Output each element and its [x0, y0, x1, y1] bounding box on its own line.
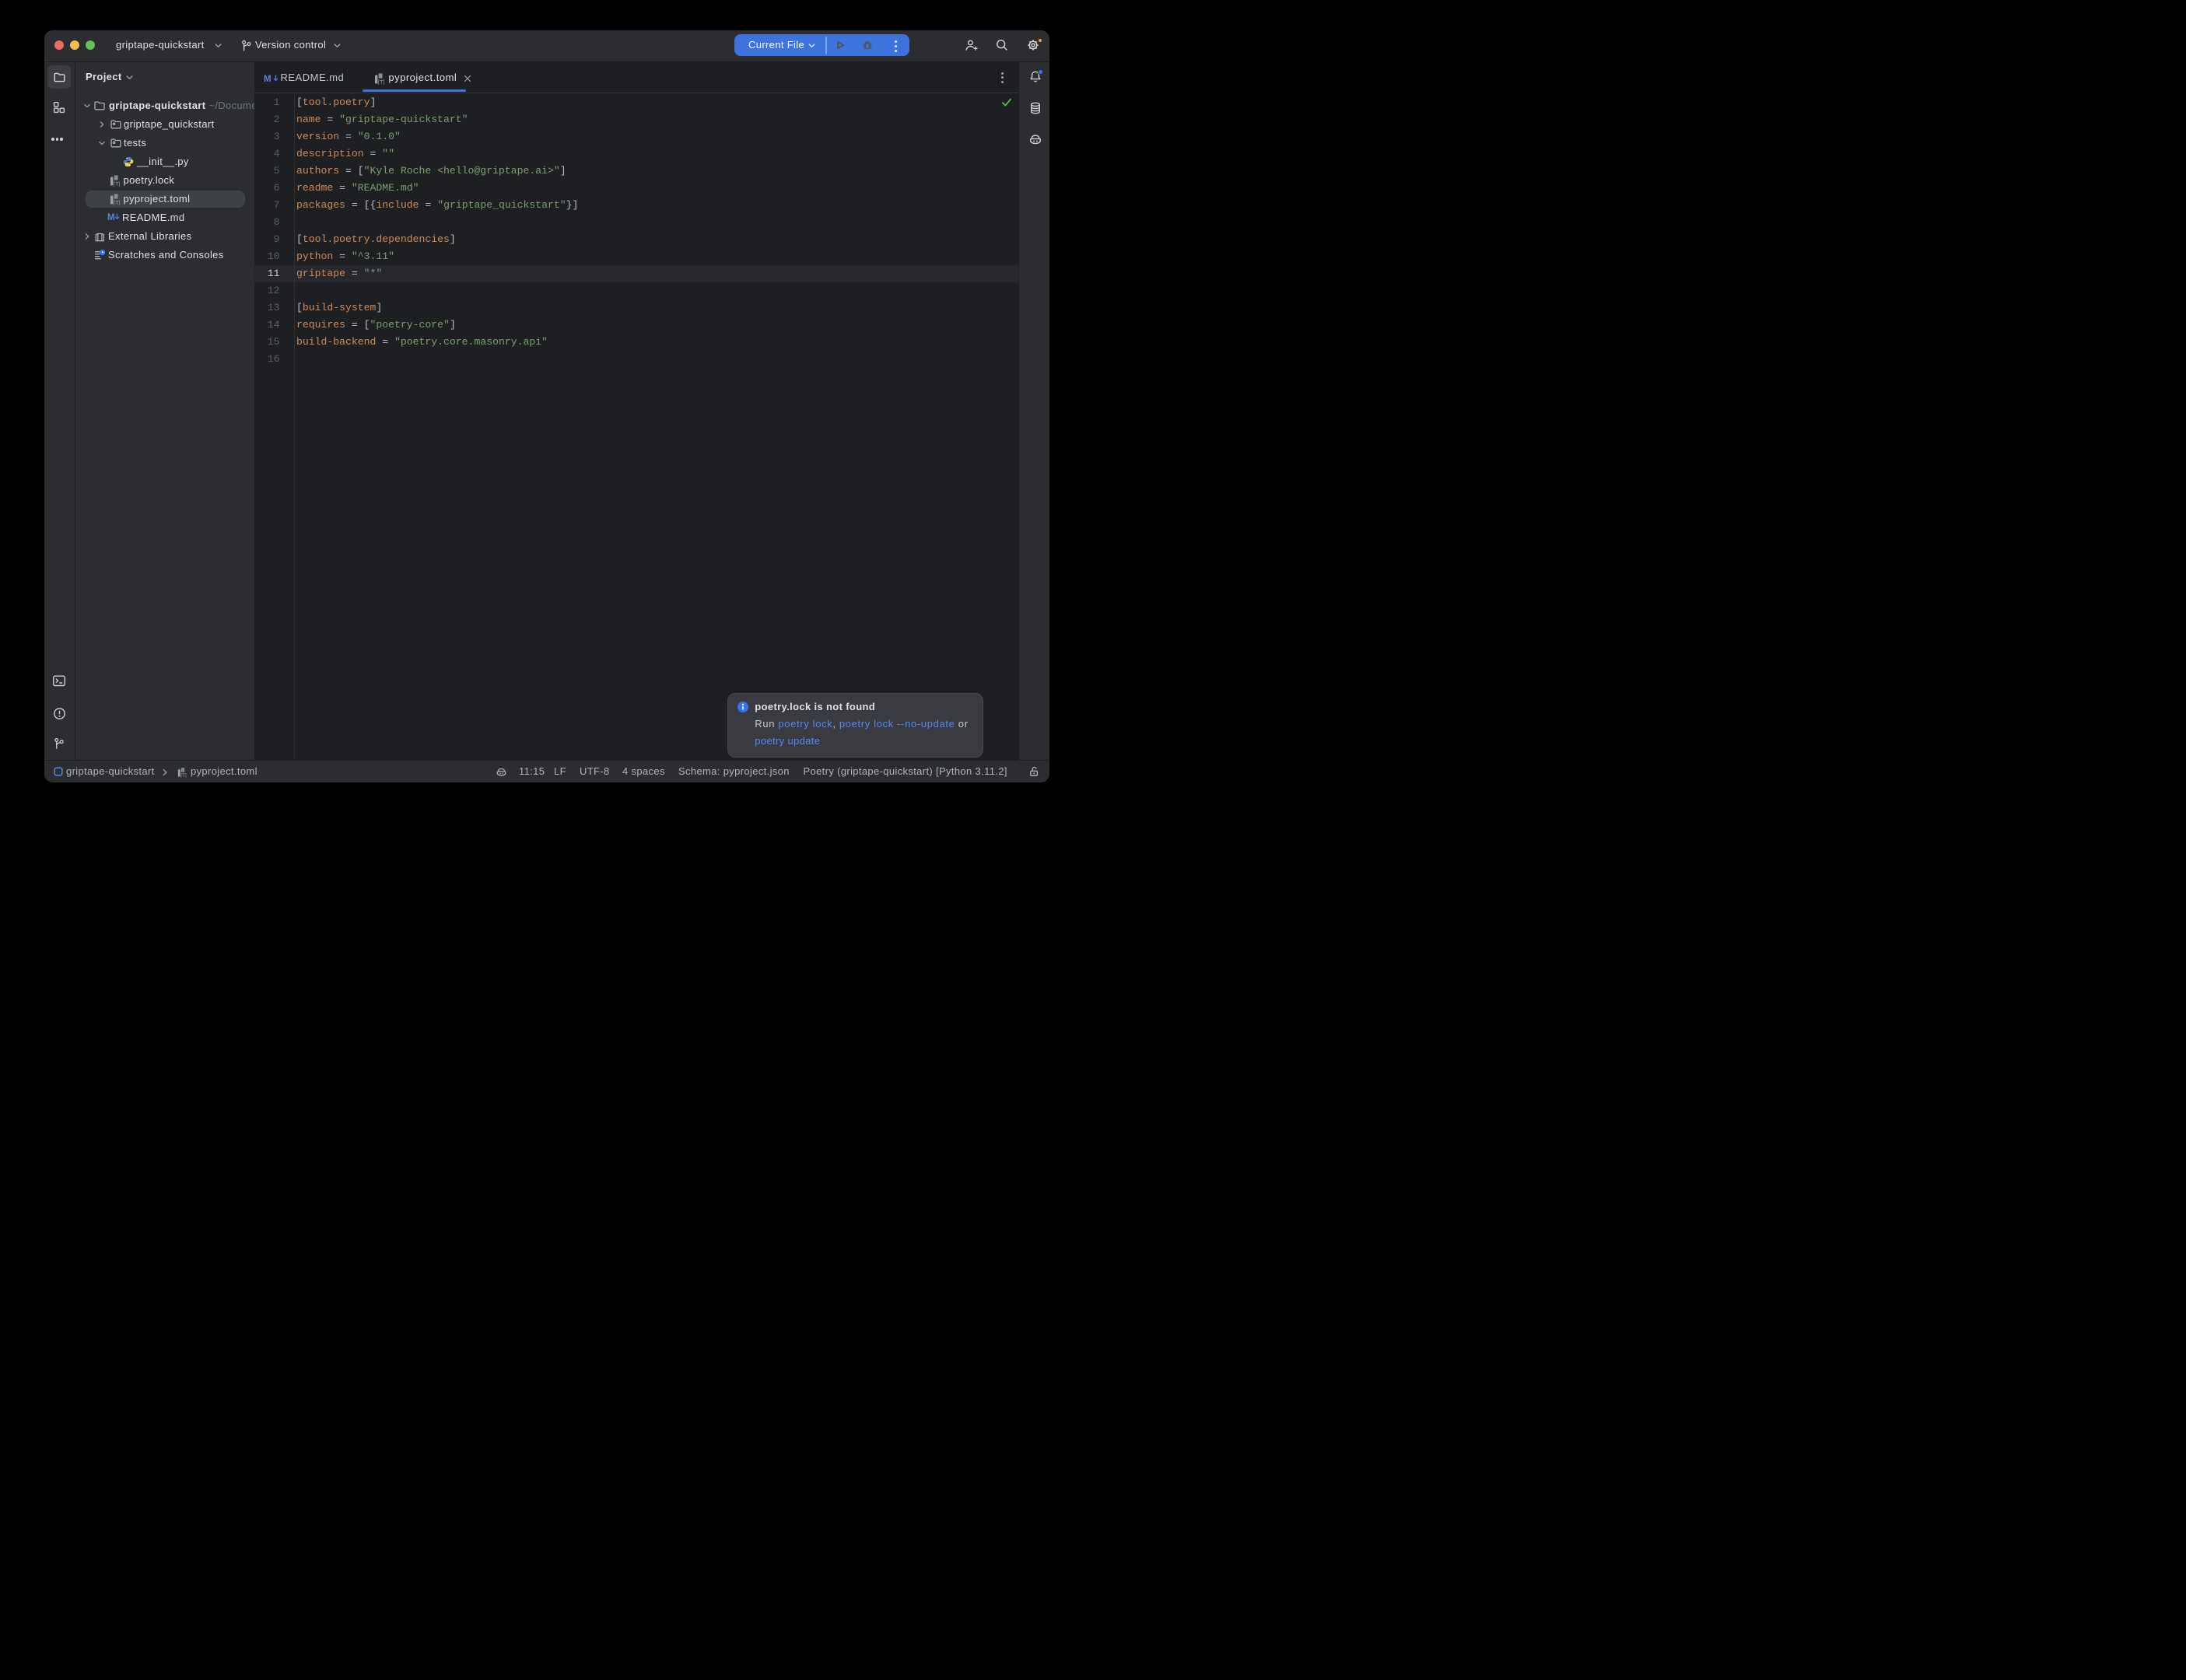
- svg-text:[T]: [T]: [113, 180, 120, 187]
- svg-text:[T]: [T]: [180, 772, 187, 777]
- svg-text:[T]: [T]: [113, 199, 120, 205]
- svg-text:[T]: [T]: [378, 78, 385, 84]
